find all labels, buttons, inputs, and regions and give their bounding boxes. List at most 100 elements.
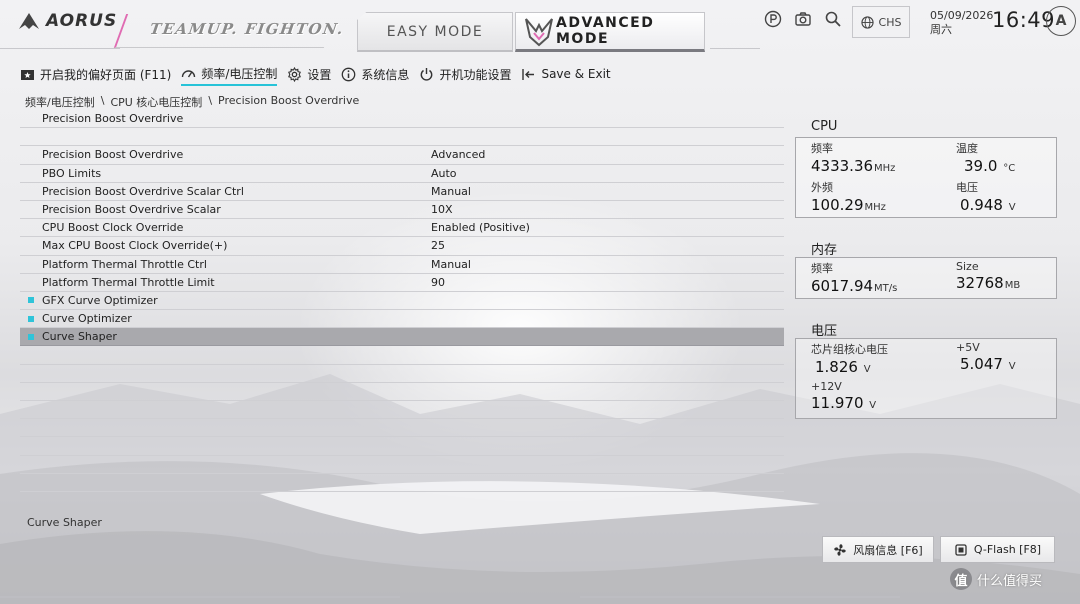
submenu-bullet-icon	[28, 297, 34, 304]
setting-row-scalar[interactable]: Precision Boost Overdrive Scalar 10X	[20, 201, 784, 220]
gauge-icon	[182, 69, 196, 77]
submenu-curve-shaper[interactable]: Curve Shaper	[20, 328, 784, 347]
qflash-button[interactable]: Q-Flash [F8]	[940, 536, 1055, 563]
setting-value[interactable]: 25	[431, 239, 445, 252]
chipset-volt-label: 芯片组核心电压	[811, 343, 888, 356]
text-recognition-icon[interactable]: A	[1046, 6, 1076, 36]
mem-size-label: Size	[956, 260, 979, 273]
chipset-volt-unit: V	[863, 364, 871, 375]
submenu-label: Curve Optimizer	[42, 312, 132, 326]
memory-section-title: 内存	[811, 243, 838, 258]
mem-size-cell: Size 32768MB	[956, 260, 1020, 292]
cpu-bclk-label: 外频	[811, 181, 833, 194]
language-button[interactable]: CHS	[852, 6, 910, 38]
setting-row-thermal-limit[interactable]: Platform Thermal Throttle Limit 90	[20, 274, 784, 292]
panel-title: Precision Boost Overdrive	[42, 112, 184, 126]
cpu-freq-value: 4333.36	[811, 157, 874, 175]
menu-boot[interactable]: 开机功能设置	[419, 66, 511, 85]
mem-freq-readout: 6017.94MT/s	[811, 277, 897, 295]
cpu-bclk-readout: 100.29MHz	[811, 196, 886, 214]
cpu-temp-readout: 39.0 °C	[964, 157, 1015, 175]
settings-panel: Precision Boost Overdrive Precision Boos…	[20, 110, 784, 492]
watermark-text: 什么值得买	[977, 573, 1043, 589]
cpu-freq-readout: 4333.36MHz	[811, 157, 895, 175]
spacer-row	[20, 128, 784, 147]
easy-mode-tab[interactable]: EASY MODE	[357, 12, 513, 52]
breadcrumb-separator: \	[208, 94, 213, 107]
menu-tweaker-label: 频率/电压控制	[201, 66, 278, 81]
info-icon	[342, 67, 356, 81]
date-display: 05/09/2026 周六	[930, 9, 993, 37]
setting-value[interactable]: 10X	[431, 203, 453, 216]
fan-info-button[interactable]: 风扇信息 [F6]	[822, 536, 934, 563]
setting-row-pbo[interactable]: Precision Boost Overdrive Advanced	[20, 146, 784, 165]
cpu-volt-label: 电压	[956, 181, 978, 194]
menu-tweaker[interactable]: 频率/电压控制	[181, 65, 278, 86]
exit-arrow-icon	[522, 68, 535, 80]
search-icon[interactable]	[824, 10, 842, 28]
cpu-temp-unit: °C	[1003, 163, 1016, 174]
submenu-bullet-icon	[28, 315, 34, 322]
menu-boot-label: 开机功能设置	[439, 67, 512, 82]
cpu-volt-unit: V	[1008, 202, 1016, 213]
setting-label: Max CPU Boost Clock Override(+)	[42, 239, 228, 253]
empty-row	[20, 474, 784, 492]
menu-settings[interactable]: 设置	[287, 66, 331, 85]
bottom-decor-right	[580, 596, 900, 598]
mem-size-value: 32768	[956, 274, 1004, 292]
menu-save-exit[interactable]: Save & Exit	[521, 67, 611, 84]
cpu-temp-cell: 温度 39.0 °C	[956, 140, 1015, 175]
setting-label: Precision Boost Overdrive Scalar Ctrl	[42, 184, 244, 198]
cpu-section-title: CPU	[811, 119, 838, 134]
setting-label: Precision Boost Overdrive	[42, 148, 184, 162]
setting-label: Precision Boost Overdrive Scalar	[42, 203, 221, 217]
setting-value[interactable]: Enabled (Positive)	[431, 221, 530, 234]
submenu-curve-optimizer[interactable]: Curve Optimizer	[20, 310, 784, 329]
chipset-volt-cell: 芯片组核心电压 1.826 V	[811, 341, 888, 376]
setting-value[interactable]: Auto	[431, 167, 457, 180]
camera-icon[interactable]	[794, 10, 812, 28]
cpu-freq-label: 频率	[811, 142, 833, 155]
cpu-monitor-box: 频率 4333.36MHz 温度 39.0 °C 外频 100.29MHz 电压…	[795, 137, 1057, 218]
setting-value[interactable]: Advanced	[431, 148, 485, 161]
globe-icon	[860, 15, 874, 29]
mem-freq-cell: 频率 6017.94MT/s	[811, 260, 897, 295]
help-text: Curve Shaper	[27, 516, 102, 529]
menu-favorites[interactable]: 开启我的偏好页面 (F11)	[20, 66, 171, 85]
menu-favorites-label: 开启我的偏好页面 (F11)	[40, 67, 172, 82]
setting-value[interactable]: 90	[431, 276, 445, 289]
empty-row	[20, 419, 784, 438]
setting-row-pbo-limits[interactable]: PBO Limits Auto	[20, 165, 784, 183]
submenu-gfx-curve-optimizer[interactable]: GFX Curve Optimizer	[20, 292, 784, 311]
cpu-temp-label: 温度	[956, 142, 978, 155]
menu-system-info[interactable]: 系统信息	[341, 66, 409, 85]
p-icon[interactable]	[764, 10, 782, 28]
voltage-monitor-box: 芯片组核心电压 1.826 V +5V 5.047 V +12V 11.970 …	[795, 338, 1057, 419]
cpu-freq-cell: 频率 4333.36MHz	[811, 140, 895, 175]
breadcrumb: 频率/电压控制 \ CPU 核心电压控制 \ Precision Boost O…	[25, 94, 359, 110]
setting-value[interactable]: Manual	[431, 185, 471, 198]
v12-unit: V	[869, 400, 877, 411]
setting-row-scalar-ctrl[interactable]: Precision Boost Overdrive Scalar Ctrl Ma…	[20, 183, 784, 201]
cpu-volt-value: 0.948	[960, 196, 1003, 214]
mem-freq-label: 频率	[811, 262, 833, 275]
advanced-mode-tab[interactable]: ADVANCED MODE	[515, 12, 705, 52]
submenu-label: GFX Curve Optimizer	[42, 293, 158, 307]
setting-row-thermal-ctrl[interactable]: Platform Thermal Throttle Ctrl Manual	[20, 256, 784, 274]
voltage-section-title: 电压	[811, 324, 838, 339]
breadcrumb-item[interactable]: 频率/电压控制	[25, 94, 95, 110]
breadcrumb-item[interactable]: CPU 核心电压控制	[110, 94, 202, 110]
date-text: 05/09/2026	[930, 9, 994, 22]
bottom-decor-left	[0, 596, 400, 598]
language-label: CHS	[878, 15, 902, 29]
setting-row-max-boost[interactable]: Max CPU Boost Clock Override(+) 25	[20, 237, 784, 256]
setting-value[interactable]: Manual	[431, 258, 471, 271]
star-folder-icon	[21, 69, 34, 80]
v5-value: 5.047	[960, 355, 1003, 373]
aorus-falcon-icon	[19, 13, 39, 29]
qflash-label: Q-Flash [F8]	[973, 543, 1042, 556]
setting-row-boost-override[interactable]: CPU Boost Clock Override Enabled (Positi…	[20, 219, 784, 238]
chipset-volt-readout: 1.826 V	[815, 358, 888, 376]
submenu-label: Curve Shaper	[42, 330, 117, 344]
cpu-freq-unit: MHz	[874, 163, 896, 174]
